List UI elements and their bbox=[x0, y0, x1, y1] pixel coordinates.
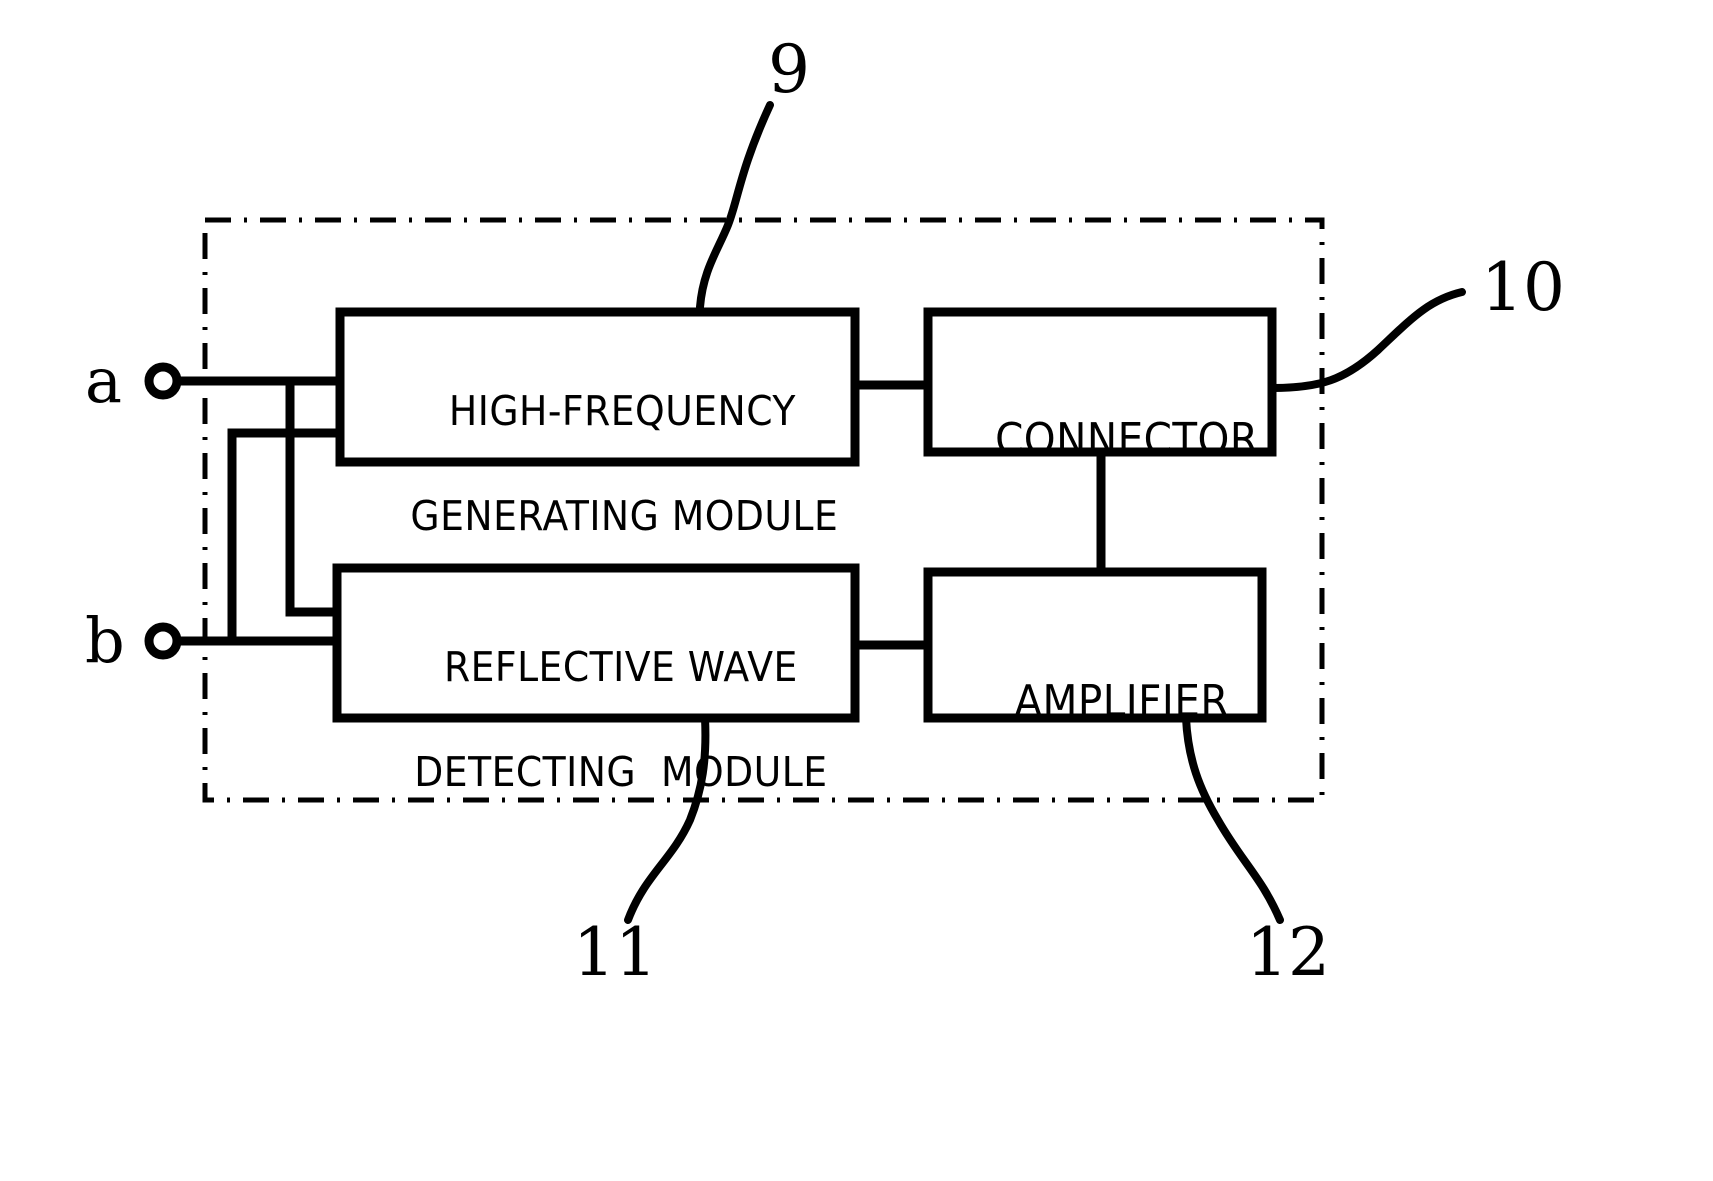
leader-line-10 bbox=[1268, 288, 1466, 392]
reference-numeral-9: 9 bbox=[768, 31, 810, 108]
block-reflective-wave-detecting-module bbox=[332, 563, 860, 723]
figure-canvas: HIGH-FREQUENCY GENERATING MODULE CONNECT… bbox=[0, 0, 1713, 1181]
reference-numeral-12: 12 bbox=[1246, 914, 1330, 991]
terminal-a-label: a bbox=[85, 344, 122, 417]
diagram-svg bbox=[144, 101, 1466, 924]
terminal-b-label: b bbox=[85, 604, 125, 677]
leader-line-9 bbox=[696, 101, 774, 311]
reference-numeral-11: 11 bbox=[573, 914, 657, 991]
reference-numeral-10: 10 bbox=[1481, 249, 1565, 326]
leader-line-11 bbox=[624, 714, 710, 924]
block-amplifier bbox=[923, 567, 1267, 723]
terminal-b-circle bbox=[144, 622, 182, 660]
terminal-a-circle bbox=[144, 362, 182, 400]
block-connector bbox=[923, 307, 1277, 457]
block-high-frequency-generating-module bbox=[335, 307, 860, 467]
leader-line-12 bbox=[1182, 714, 1284, 924]
